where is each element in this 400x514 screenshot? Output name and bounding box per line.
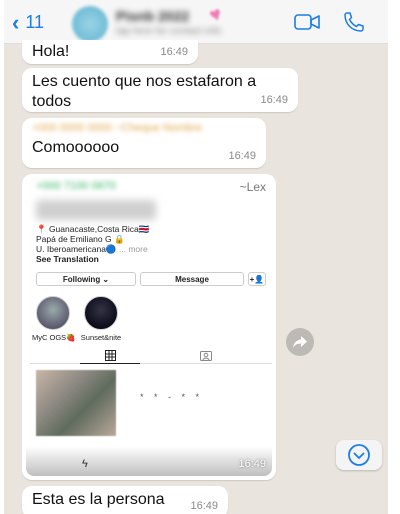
message-time: 16:49 bbox=[190, 500, 218, 512]
post-caption: * * - * * bbox=[140, 392, 204, 402]
see-translation-link: See Translation bbox=[36, 254, 99, 264]
following-button: Following ⌄ bbox=[36, 272, 136, 286]
story-highlight: Sunset&nite bbox=[80, 296, 122, 342]
add-person-icon: +👤 bbox=[248, 272, 266, 286]
shared-profile-message[interactable]: +000 7100 0670 ~Lex 📍 Guanacaste,Costa R… bbox=[22, 174, 276, 480]
bio-line: 📍 Guanacaste,Costa Rica🇨🇷 bbox=[36, 224, 150, 234]
phone-call-icon[interactable] bbox=[342, 10, 366, 34]
instagram-profile-screenshot[interactable]: 📍 Guanacaste,Costa Rica🇨🇷 Papá de Emilia… bbox=[30, 196, 272, 476]
contact-subtitle: tap here for contact info bbox=[116, 26, 222, 37]
message-button: Message bbox=[140, 272, 244, 286]
post-thumbnail bbox=[36, 370, 116, 436]
bio-line: Papá de Emiliano G 🔒 bbox=[36, 234, 125, 244]
message-text: Comoooooo bbox=[32, 139, 120, 156]
unread-count: 11 bbox=[25, 12, 45, 32]
chat-screen: ‹ 11 Pisnb 2022 tap here for contact inf… bbox=[4, 0, 388, 514]
image-shadow bbox=[26, 446, 272, 476]
message-time: 16:49 bbox=[228, 150, 256, 162]
contact-avatar[interactable] bbox=[72, 6, 108, 42]
heart-emoji-icon: ♥ bbox=[206, 2, 226, 28]
chevron-down-circle-icon bbox=[348, 444, 370, 466]
scroll-to-bottom-button[interactable] bbox=[336, 440, 382, 470]
highlight-label: MyC OGS🍓 bbox=[32, 333, 76, 342]
chat-header: ‹ 11 Pisnb 2022 tap here for contact inf… bbox=[4, 0, 388, 44]
highlight-label: Sunset&nite bbox=[80, 333, 122, 342]
video-call-icon[interactable] bbox=[294, 13, 320, 31]
chevron-left-icon: ‹ bbox=[12, 9, 20, 35]
back-button[interactable]: ‹ 11 bbox=[12, 9, 45, 35]
highlight-thumbnail bbox=[84, 296, 118, 330]
profile-name-redacted bbox=[36, 200, 156, 220]
message-sender: +000 0000 0000 ~Cheque Nombre bbox=[32, 122, 203, 134]
forward-arrow-icon bbox=[293, 336, 307, 348]
highlight-thumbnail bbox=[36, 296, 70, 330]
message-time: 16:49 bbox=[160, 46, 188, 58]
grid-icon bbox=[80, 348, 140, 364]
message-text: Les cuento que nos estafaron a todos bbox=[32, 73, 257, 110]
message-sender: +000 7100 0670 bbox=[36, 180, 116, 192]
forward-button[interactable] bbox=[286, 328, 314, 356]
tagged-icon bbox=[200, 348, 212, 366]
message-time: 16:49 bbox=[238, 458, 266, 470]
sender-alias: ~Lex bbox=[239, 180, 266, 194]
bio-more-link: ... more bbox=[118, 244, 148, 254]
profile-bio: 📍 Guanacaste,Costa Rica🇨🇷 Papá de Emilia… bbox=[36, 224, 149, 264]
profile-tabs bbox=[30, 346, 272, 364]
message-bubble[interactable]: Esta es la persona 16:49 bbox=[22, 486, 228, 514]
bio-line: U. Iberoamericana🔵 bbox=[36, 244, 119, 254]
message-bubble[interactable]: Hola! 16:49 bbox=[22, 40, 198, 64]
message-bubble[interactable]: +000 0000 0000 ~Cheque Nombre Comoooooo … bbox=[22, 118, 266, 168]
message-time: 16:49 bbox=[260, 94, 288, 106]
message-bubble[interactable]: Les cuento que nos estafaron a todos 16:… bbox=[22, 68, 298, 112]
story-highlight: MyC OGS🍓 bbox=[32, 296, 76, 342]
contact-name[interactable]: Pisnb 2022 bbox=[116, 8, 189, 24]
